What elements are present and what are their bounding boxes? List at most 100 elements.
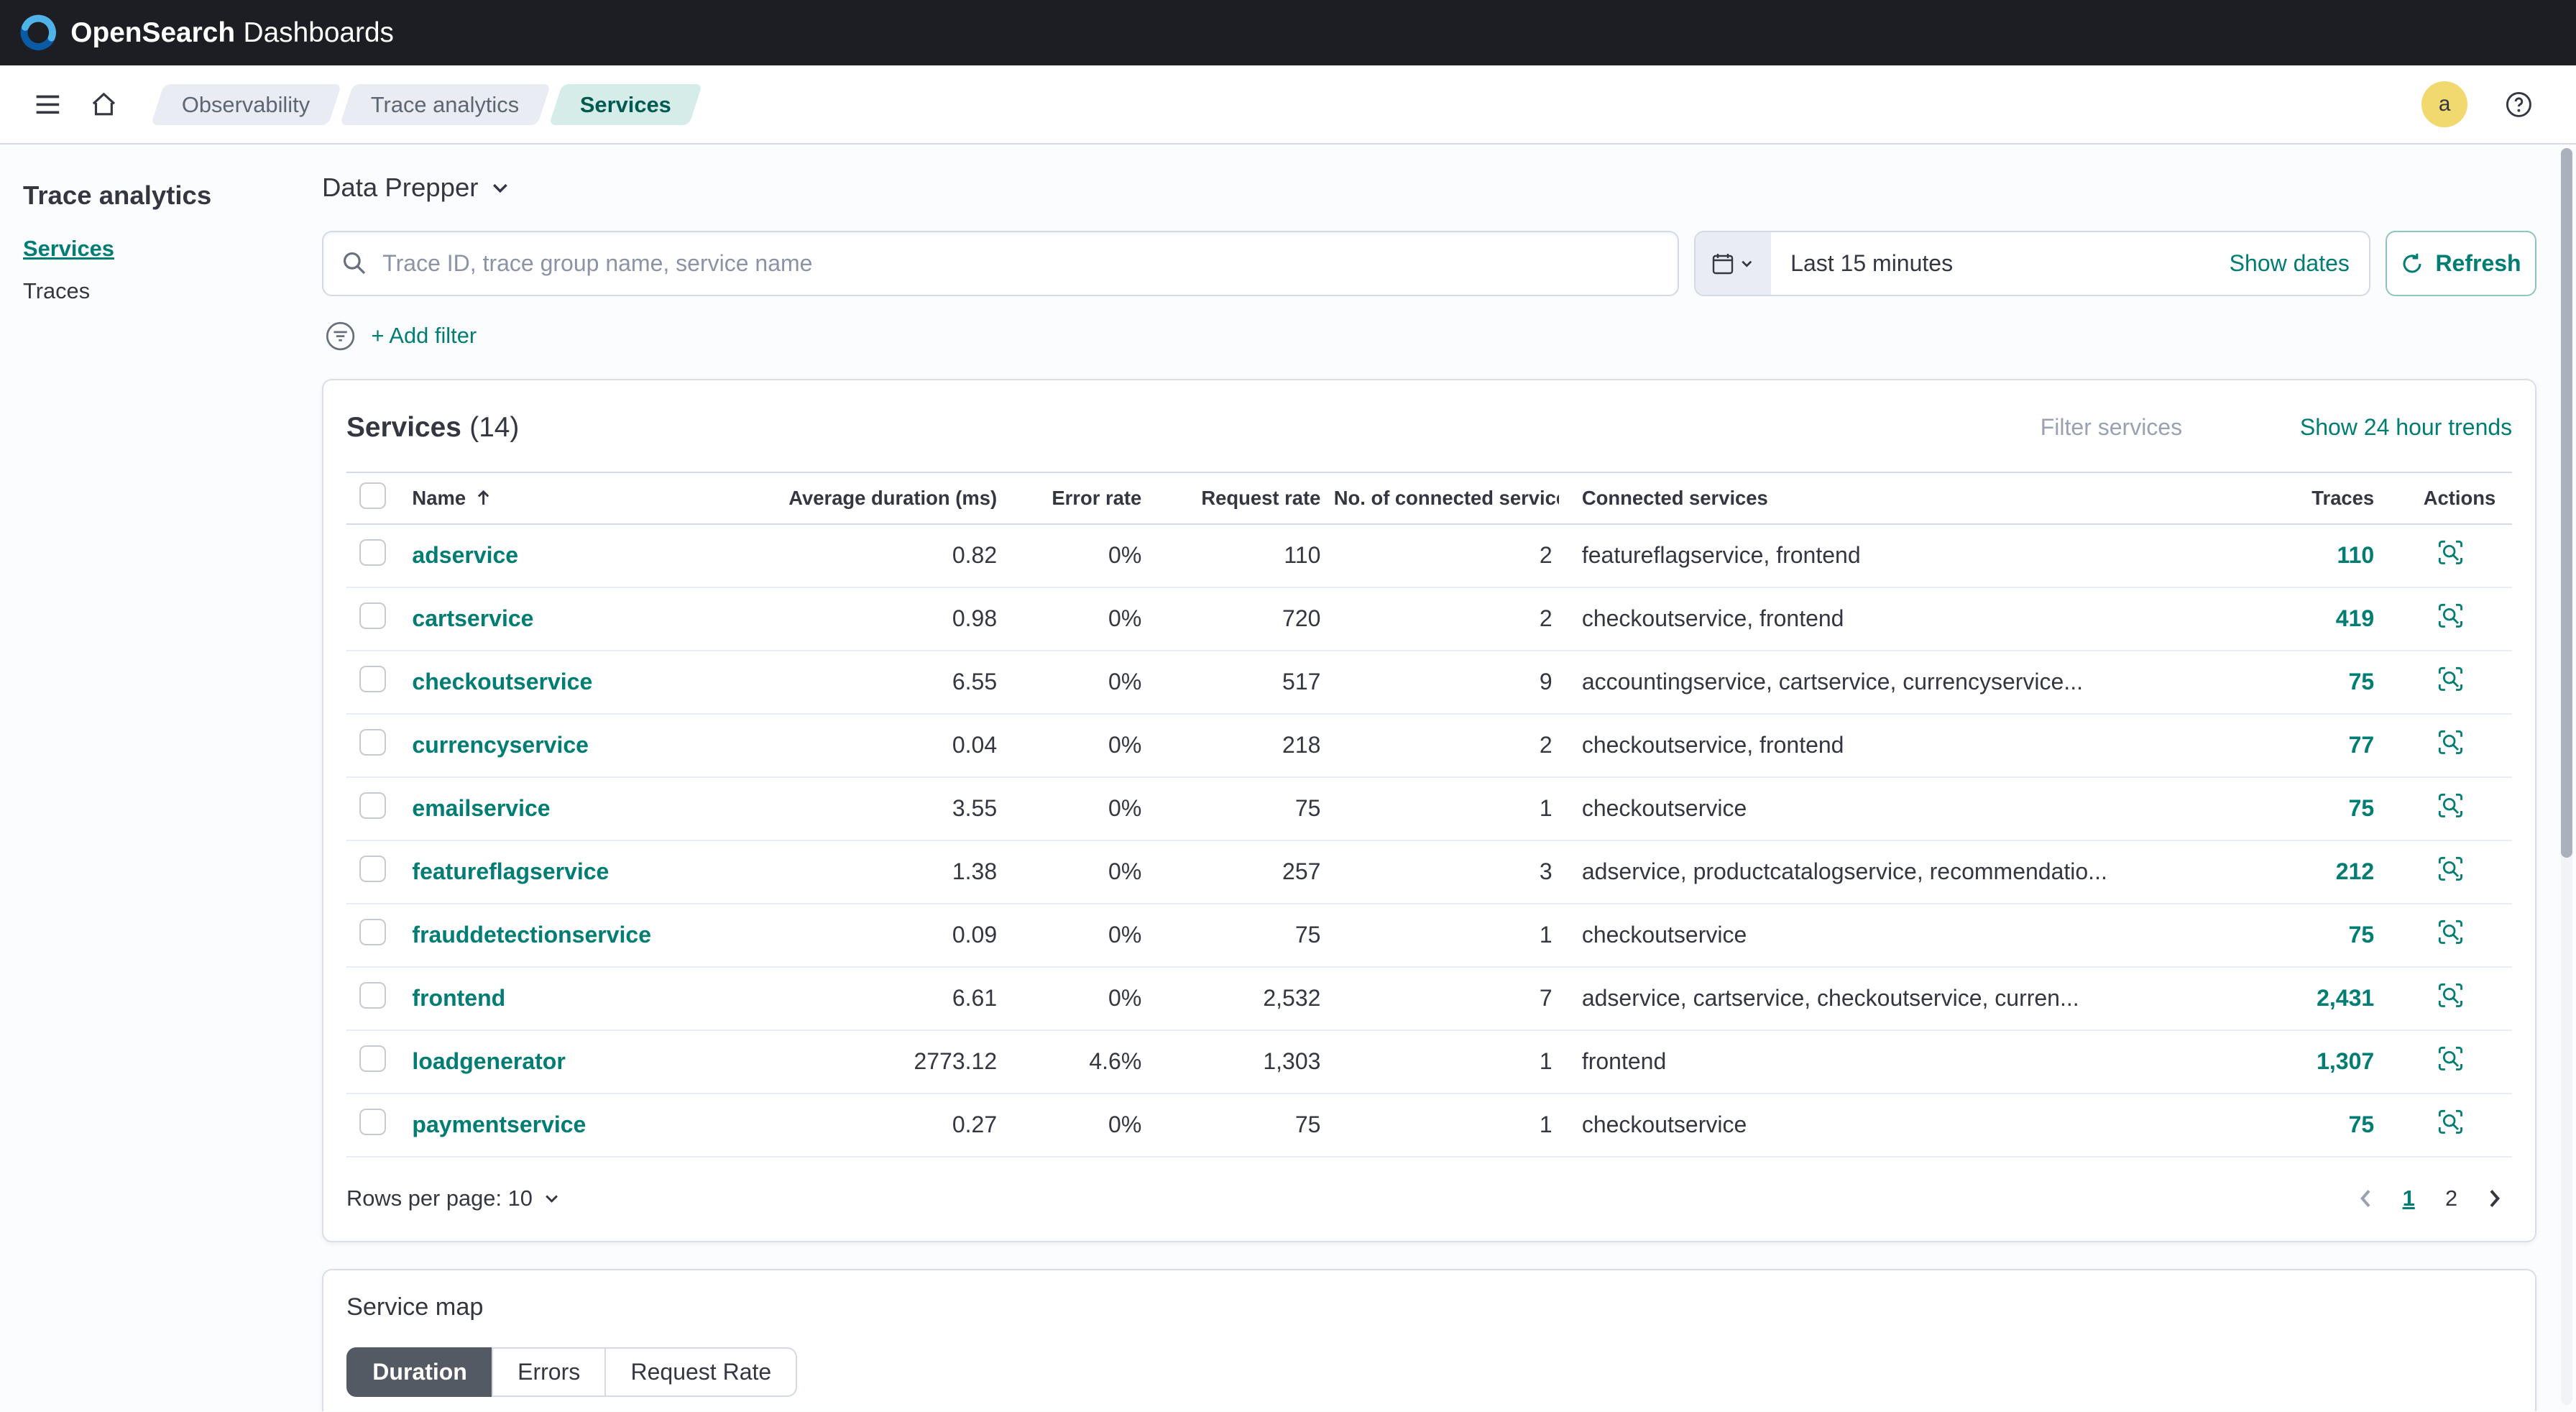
service-name-link[interactable]: loadgenerator	[412, 1048, 565, 1074]
row-checkbox[interactable]	[359, 539, 386, 566]
traces-link[interactable]: 75	[2349, 795, 2375, 821]
help-button[interactable]	[2490, 76, 2547, 132]
connected-services-cell: checkoutservice, frontend	[1559, 732, 2192, 758]
row-checkbox[interactable]	[359, 919, 386, 945]
service-name-link[interactable]: featureflagservice	[412, 858, 609, 884]
avg-duration-cell: 0.04	[757, 732, 1003, 758]
column-header-error-rate[interactable]: Error rate	[1003, 487, 1148, 510]
brand-text: OpenSearchDashboards	[70, 17, 394, 49]
select-all-checkbox[interactable]	[359, 482, 386, 509]
service-name-link[interactable]: frauddetectionservice	[412, 922, 651, 948]
row-checkbox[interactable]	[359, 602, 386, 629]
traces-cell: 75	[2191, 669, 2380, 695]
search-input[interactable]	[322, 231, 1679, 296]
connected-count-cell: 2	[1328, 605, 1559, 632]
sidebar-item-traces[interactable]: Traces	[23, 278, 299, 304]
add-filter-button[interactable]: + Add filter	[372, 323, 477, 349]
column-header-avg-duration[interactable]: Average duration (ms)	[757, 487, 1003, 510]
refresh-button[interactable]: Refresh	[2386, 231, 2536, 296]
page-2-button[interactable]: 2	[2433, 1178, 2469, 1218]
breadcrumb-item-observability[interactable]: Observability	[151, 84, 341, 125]
page-1-button[interactable]: 1	[2391, 1178, 2426, 1218]
show-trends-link[interactable]: Show 24 hour trends	[2300, 414, 2512, 441]
view-traces-icon[interactable]	[2437, 981, 2465, 1009]
filter-bar: + Add filter	[322, 321, 2536, 351]
row-checkbox[interactable]	[359, 729, 386, 756]
name-cell: frontend	[405, 985, 757, 1012]
view-traces-icon[interactable]	[2437, 602, 2465, 630]
avatar[interactable]: a	[2421, 81, 2467, 127]
traces-link[interactable]: 2,431	[2317, 985, 2374, 1011]
service-name-link[interactable]: adservice	[412, 542, 518, 568]
map-metric-request-rate-button[interactable]: Request Rate	[604, 1347, 797, 1397]
opensearch-logo-icon	[19, 14, 58, 52]
brand-product: Dashboards	[244, 17, 394, 48]
service-name-link[interactable]: cartservice	[412, 605, 533, 631]
connected-services-cell: adservice, cartservice, checkoutservice,…	[1559, 985, 2192, 1012]
row-checkbox[interactable]	[359, 666, 386, 692]
map-metric-duration-button[interactable]: Duration	[346, 1347, 493, 1397]
opensearch-dashboards-window: OpenSearchDashboards Observability Trace…	[0, 0, 2576, 1411]
table-header: Name Average duration (ms) Error rate Re…	[346, 472, 2512, 524]
traces-link[interactable]: 75	[2349, 922, 2375, 948]
row-checkbox[interactable]	[359, 792, 386, 819]
column-header-traces[interactable]: Traces	[2191, 487, 2380, 510]
breadcrumb-item-services[interactable]: Services	[549, 84, 703, 125]
avg-duration-cell: 6.61	[757, 985, 1003, 1012]
traces-link[interactable]: 75	[2349, 1111, 2375, 1137]
traces-link[interactable]: 75	[2349, 669, 2375, 694]
error-rate-cell: 0%	[1003, 922, 1148, 948]
filter-services-input[interactable]	[2041, 414, 2237, 441]
traces-link[interactable]: 1,307	[2317, 1048, 2374, 1074]
view-traces-icon[interactable]	[2437, 1045, 2465, 1073]
column-header-name[interactable]: Name	[405, 487, 757, 510]
service-name-link[interactable]: frontend	[412, 985, 505, 1011]
data-source-label: Data Prepper	[322, 173, 478, 203]
request-rate-cell: 110	[1148, 542, 1327, 569]
row-checkbox[interactable]	[359, 982, 386, 1009]
services-panel-actions: Show 24 hour trends	[2041, 414, 2512, 441]
column-header-connected-count[interactable]: No. of connected services	[1328, 487, 1559, 510]
traces-link[interactable]: 212	[2336, 858, 2374, 884]
service-name-link[interactable]: paymentservice	[412, 1111, 586, 1137]
column-header-connected-services[interactable]: Connected services	[1559, 487, 2192, 510]
traces-link[interactable]: 77	[2349, 732, 2375, 758]
traces-cell: 110	[2191, 542, 2380, 569]
table-row: adservice 0.82 0% 110 2 featureflagservi…	[346, 525, 2512, 588]
rows-per-page-button[interactable]: Rows per page: 10	[346, 1186, 561, 1211]
view-traces-icon[interactable]	[2437, 855, 2465, 883]
show-dates-button[interactable]: Show dates	[2209, 232, 2369, 295]
name-cell: currencyservice	[405, 732, 757, 758]
view-traces-icon[interactable]	[2437, 918, 2465, 946]
service-name-link[interactable]: currencyservice	[412, 732, 589, 758]
column-header-request-rate[interactable]: Request rate	[1148, 487, 1327, 510]
error-rate-cell: 0%	[1003, 1111, 1148, 1138]
time-range-button[interactable]: Last 15 minutes	[1771, 232, 1973, 295]
avg-duration-cell: 1.38	[757, 858, 1003, 885]
calendar-dropdown-button[interactable]	[1696, 232, 1771, 295]
row-checkbox[interactable]	[359, 856, 386, 882]
service-name-link[interactable]: checkoutservice	[412, 669, 592, 694]
traces-link[interactable]: 419	[2336, 605, 2374, 631]
sidebar-item-services[interactable]: Services	[23, 236, 299, 262]
scrollbar-thumb[interactable]	[2561, 148, 2572, 858]
next-page-button[interactable]	[2476, 1178, 2512, 1218]
view-traces-icon[interactable]	[2437, 728, 2465, 756]
map-metric-errors-button[interactable]: Errors	[492, 1347, 607, 1397]
breadcrumb-item-trace-analytics[interactable]: Trace analytics	[340, 84, 551, 125]
view-traces-icon[interactable]	[2437, 792, 2465, 820]
traces-link[interactable]: 110	[2337, 542, 2375, 568]
nav-bar: Observability Trace analytics Services a	[0, 65, 2576, 145]
view-traces-icon[interactable]	[2437, 1108, 2465, 1136]
view-traces-icon[interactable]	[2437, 538, 2465, 567]
row-checkbox[interactable]	[359, 1045, 386, 1072]
home-button[interactable]	[75, 76, 132, 132]
connected-count-cell: 3	[1328, 858, 1559, 885]
prev-page-button[interactable]	[2348, 1178, 2384, 1218]
menu-button[interactable]	[19, 76, 75, 132]
service-name-link[interactable]: emailservice	[412, 795, 550, 821]
row-checkbox[interactable]	[359, 1109, 386, 1135]
data-source-select[interactable]: Data Prepper	[322, 173, 511, 203]
view-traces-icon[interactable]	[2437, 665, 2465, 693]
column-header-actions: Actions	[2380, 487, 2512, 510]
